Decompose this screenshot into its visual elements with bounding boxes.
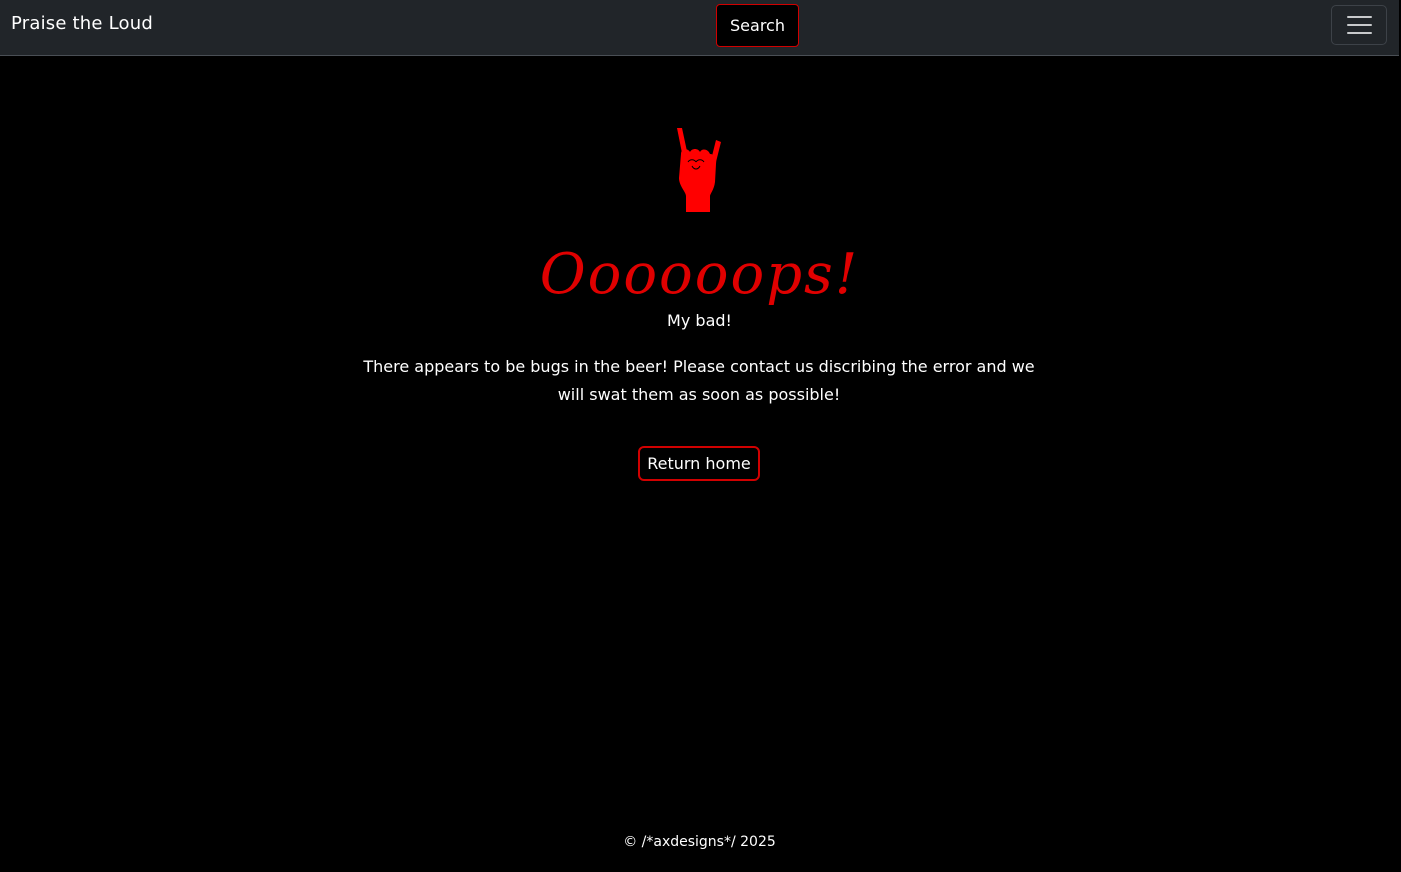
top-navbar: Praise the Loud Search [0,0,1399,56]
search-button[interactable]: Search [716,4,799,47]
error-title: Oooooops! [539,242,860,307]
rock-hand-icon [677,128,721,212]
footer-copyright: © /*axdesigns*/ 2025 [623,834,776,850]
error-subtitle: My bad! [667,311,732,330]
error-message: There appears to be bugs in the beer! Pl… [363,357,1035,404]
hamburger-menu-icon-bar [1346,24,1372,26]
hamburger-menu-icon [1346,16,1372,18]
return-home-button[interactable]: Return home [638,446,760,481]
brand-link[interactable]: Praise the Loud [11,13,153,34]
menu-toggle-button[interactable] [1331,5,1387,45]
hamburger-menu-icon-bar [1346,32,1372,34]
